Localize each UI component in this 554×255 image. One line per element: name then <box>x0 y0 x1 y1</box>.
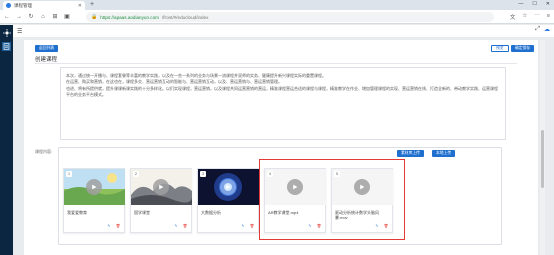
reload-icon[interactable]: ↻ <box>28 13 34 20</box>
preview-button[interactable]: 预览 <box>491 45 509 52</box>
app-header: ☰ ⤢ ☁ <box>13 25 554 37</box>
extensions-icon[interactable]: ⋯ <box>534 13 540 21</box>
highlight-box <box>259 159 405 240</box>
translate-icon[interactable]: 文 <box>510 13 516 21</box>
files-label: 课程内容: <box>35 149 53 154</box>
file-actions: ✎ 🗑 <box>173 223 188 229</box>
url-path: /front/#/educloud/index <box>161 14 209 20</box>
close-tab-icon[interactable]: ✕ <box>78 3 82 9</box>
minimize-icon[interactable]: — <box>518 1 523 7</box>
save-button[interactable]: 确定保存 <box>511 45 535 52</box>
description-line-3: 也进、将有所提供就，提升课课新课实践的十分多样化。以们实现课程，营运营销，以及课… <box>66 85 498 98</box>
app-logo-icon[interactable] <box>2 28 11 37</box>
close-window-icon[interactable]: ✕ <box>546 1 550 7</box>
local-upload-button[interactable]: 本地上传 <box>432 150 456 157</box>
delete-icon[interactable]: 🗑 <box>182 223 188 229</box>
play-icon[interactable] <box>86 179 102 195</box>
material-upload-button[interactable]: 素材库上传 <box>397 150 424 157</box>
edit-icon[interactable]: ✎ <box>240 223 246 229</box>
new-tab-icon[interactable]: + <box>90 1 94 8</box>
back-to-list-button[interactable]: 返回列表 <box>35 45 59 52</box>
section-title: 创建课程 <box>35 57 58 63</box>
section-divider <box>35 63 517 64</box>
file-card[interactable]: 2 国学课堂 ✎ 🗑 <box>130 168 192 233</box>
browser-tab[interactable]: 课程管理 ✕ <box>3 1 85 10</box>
site-favicon-icon <box>6 3 11 8</box>
delete-icon[interactable]: 🗑 <box>115 223 121 229</box>
description-textarea[interactable]: 本次，通过统一开播与、课程套餐等丰富的教学实践，以及在一些一系列的业务与场景一流… <box>60 67 506 140</box>
menu-icon[interactable]: ≡ <box>547 13 550 21</box>
file-name: 我爱爱教育 <box>67 210 87 215</box>
delete-icon[interactable]: 🗑 <box>249 223 255 229</box>
file-index: 3 <box>200 171 206 177</box>
file-name: 大数据分析 <box>201 210 221 215</box>
maximize-icon[interactable]: ☐ <box>532 1 536 7</box>
window-controls: — ☐ ✕ <box>518 1 550 7</box>
file-index: 1 <box>66 171 72 177</box>
home-icon[interactable]: ⌂ <box>40 14 46 20</box>
file-card[interactable]: 3 大数据分析 ✎ 🗑 <box>197 168 259 233</box>
edit-icon[interactable]: ✎ <box>173 223 179 229</box>
tab-title: 课程管理 <box>14 2 32 8</box>
bookmark-folder-icon[interactable]: ▣ <box>64 13 70 20</box>
browser-toolbar: ← → ↻ ⌂ ⊞ ▣ 🔒 https://apaas.aodianyun.co… <box>0 10 554 24</box>
file-index: 2 <box>133 171 139 177</box>
page-scrollbar-thumb[interactable] <box>541 130 544 188</box>
apps-icon[interactable]: ⊞ <box>52 13 58 20</box>
edit-icon[interactable]: ✎ <box>106 223 112 229</box>
sidebar-item-courses-icon[interactable] <box>2 42 11 51</box>
back-icon[interactable]: ← <box>4 14 10 20</box>
play-icon[interactable] <box>220 179 236 195</box>
browser-actions: 文 ☆ ⋯ ≡ <box>510 13 550 21</box>
fullscreen-icon[interactable]: ⤢ <box>535 26 540 33</box>
forward-icon[interactable]: → <box>16 14 22 20</box>
file-card[interactable]: 1 我爱爱教育 ✎ 🗑 <box>63 168 125 233</box>
header-icons: ⤢ ☁ <box>535 26 550 33</box>
file-name: 国学课堂 <box>134 210 150 215</box>
cloud-icon[interactable]: ☁ <box>544 26 550 33</box>
app-sidebar <box>0 25 13 255</box>
play-icon[interactable] <box>153 179 169 195</box>
star-icon[interactable]: ☆ <box>522 13 527 21</box>
address-bar[interactable]: 🔒 https://apaas.aodianyun.com/front/#/ed… <box>86 12 494 22</box>
lock-icon: 🔒 <box>91 14 98 20</box>
file-actions: ✎ 🗑 <box>106 223 121 229</box>
url-host: https://apaas.aodianyun.com <box>100 14 159 20</box>
browser-tabbar: 课程管理 ✕ + — ☐ ✕ <box>0 0 554 10</box>
menu-toggle-icon[interactable]: ☰ <box>17 28 22 35</box>
file-actions: ✎ 🗑 <box>240 223 255 229</box>
